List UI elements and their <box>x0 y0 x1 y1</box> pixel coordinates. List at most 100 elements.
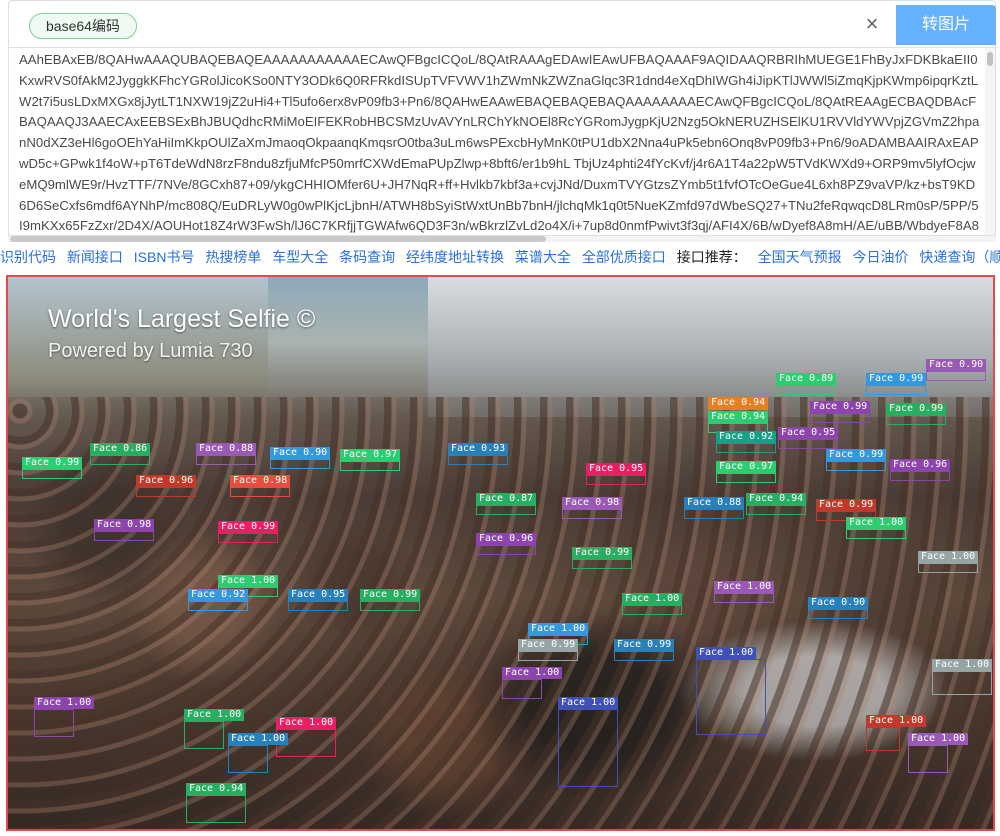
link-item[interactable]: 热搜榜单 <box>205 249 261 265</box>
face-detection-box <box>776 385 836 395</box>
face-detection-label: Face 0.99 <box>518 639 579 651</box>
face-detection-box <box>586 475 646 485</box>
face-detection-label: Face 1.00 <box>846 517 907 529</box>
face-detection-label: Face 1.00 <box>932 659 993 671</box>
horizontal-scroll-thumb[interactable] <box>10 236 546 242</box>
face-detection-box <box>188 601 248 611</box>
link-item[interactable]: 经纬度地址转换 <box>406 249 504 265</box>
face-detection-box <box>932 671 992 695</box>
face-detection-box <box>746 505 806 515</box>
face-detection-box <box>826 461 886 471</box>
link-item[interactable]: ISBN书号 <box>134 249 195 265</box>
face-detection-label: Face 0.99 <box>826 449 887 461</box>
face-detection-label: Face 0.97 <box>340 449 401 461</box>
face-detection-label: Face 1.00 <box>184 709 245 721</box>
face-detection-label: Face 0.92 <box>188 589 249 601</box>
face-detection-label: Face 1.00 <box>502 667 563 679</box>
face-detection-label: Face 1.00 <box>558 697 619 709</box>
face-detection-box <box>218 533 278 543</box>
face-detection-box <box>918 563 978 573</box>
face-detection-label: Face 0.87 <box>476 493 537 505</box>
face-detection-label: Face 1.00 <box>218 575 279 587</box>
face-detection-label: Face 0.93 <box>448 443 509 455</box>
watermark-title: World's Largest Selfie © <box>48 305 316 333</box>
face-detection-box <box>810 413 870 423</box>
face-detection-label: Face 0.92 <box>716 431 777 443</box>
face-detection-label: Face 1.00 <box>908 733 969 745</box>
face-detection-label: Face 0.99 <box>360 589 421 601</box>
base64-textarea-container: AAhEBAxEB/8QAHwAAAQUBAQEBAQEAAAAAAAAAAAE… <box>8 48 996 236</box>
face-detection-box <box>866 727 900 751</box>
face-detection-label: Face 0.86 <box>90 443 151 455</box>
face-detection-label: Face 1.00 <box>528 623 589 635</box>
face-detection-label: Face 0.99 <box>218 521 279 533</box>
face-detection-label: Face 0.99 <box>816 499 877 511</box>
face-detection-box <box>716 473 776 483</box>
face-detection-box <box>926 371 986 381</box>
link-item[interactable]: 车型大全 <box>272 249 328 265</box>
face-detection-box <box>622 605 682 615</box>
link-item[interactable]: 新闻接口 <box>67 249 123 265</box>
face-detection-box <box>476 505 536 515</box>
base64-textarea[interactable]: AAhEBAxEB/8QAHwAAAQUBAQEBAQEAAAAAAAAAAAE… <box>19 50 981 234</box>
face-detection-box <box>696 659 766 735</box>
encoding-tag[interactable]: base64编码 <box>29 13 137 39</box>
face-detection-label: Face 0.89 <box>776 373 837 385</box>
face-detection-label: Face 1.00 <box>276 717 337 729</box>
face-detection-box <box>716 443 776 453</box>
convert-to-image-button[interactable]: 转图片 <box>896 5 996 45</box>
face-detection-box <box>908 745 948 773</box>
textarea-vertical-scrollbar[interactable] <box>985 48 995 235</box>
face-detection-label: Face 0.99 <box>886 403 947 415</box>
face-detection-label: Face 0.90 <box>808 597 869 609</box>
face-detection-label: Face 0.99 <box>22 457 83 469</box>
face-detection-box <box>228 745 268 773</box>
face-detection-label: Face 0.96 <box>476 533 537 545</box>
face-detection-label: Face 1.00 <box>866 715 927 727</box>
link-item[interactable]: 识别代码 <box>0 249 56 265</box>
face-detection-box <box>866 385 926 395</box>
photo-background-building <box>428 277 993 417</box>
face-detection-box <box>518 651 578 661</box>
face-detection-box <box>808 609 868 619</box>
face-detection-label: Face 0.95 <box>288 589 349 601</box>
face-detection-label: Face 0.94 <box>708 397 769 409</box>
face-detection-label: Face 0.94 <box>186 783 247 795</box>
recommend-link[interactable]: 今日油价 <box>852 249 908 265</box>
face-detection-box <box>184 721 224 749</box>
link-item[interactable]: 条码查询 <box>339 249 395 265</box>
face-detection-box <box>90 455 150 465</box>
face-detection-label: Face 0.96 <box>890 459 951 471</box>
face-detection-label: Face 0.98 <box>94 519 155 531</box>
face-detection-label: Face 0.99 <box>810 401 871 413</box>
recommend-link[interactable]: 全国天气预报 <box>758 249 842 265</box>
face-detection-box <box>230 487 290 497</box>
face-detection-box <box>562 509 622 519</box>
vertical-scroll-thumb[interactable] <box>987 52 993 66</box>
link-item[interactable]: 全部优质接口 <box>582 249 666 265</box>
face-detection-label: Face 0.90 <box>926 359 987 371</box>
face-detection-box <box>94 531 154 541</box>
face-detection-label: Face 0.94 <box>746 493 807 505</box>
face-detection-label: Face 1.00 <box>228 733 289 745</box>
face-detection-box <box>890 471 950 481</box>
face-detection-box <box>186 795 246 823</box>
face-detection-box <box>196 455 256 465</box>
face-detection-label: Face 0.95 <box>778 427 839 439</box>
link-item[interactable]: 菜谱大全 <box>515 249 571 265</box>
face-detection-label: Face 0.99 <box>866 373 927 385</box>
face-detection-box <box>360 601 420 611</box>
recommend-label: 接口推荐： <box>676 249 747 265</box>
face-detection-label: Face 1.00 <box>34 697 95 709</box>
horizontal-scrollbar[interactable] <box>8 236 996 242</box>
face-detection-box <box>34 709 74 737</box>
face-detection-box <box>340 461 400 471</box>
face-detection-box <box>502 679 542 699</box>
face-detection-label: Face 0.99 <box>572 547 633 559</box>
recommend-link[interactable]: 快递查询（顺丰等） <box>919 249 1000 265</box>
face-detection-box <box>846 529 906 539</box>
face-detection-label: Face 0.96 <box>136 475 197 487</box>
clear-icon[interactable]: × <box>861 13 883 35</box>
face-detection-label: Face 0.98 <box>230 475 291 487</box>
result-image-frame: World's Largest Selfie © Powered by Lumi… <box>6 275 995 831</box>
